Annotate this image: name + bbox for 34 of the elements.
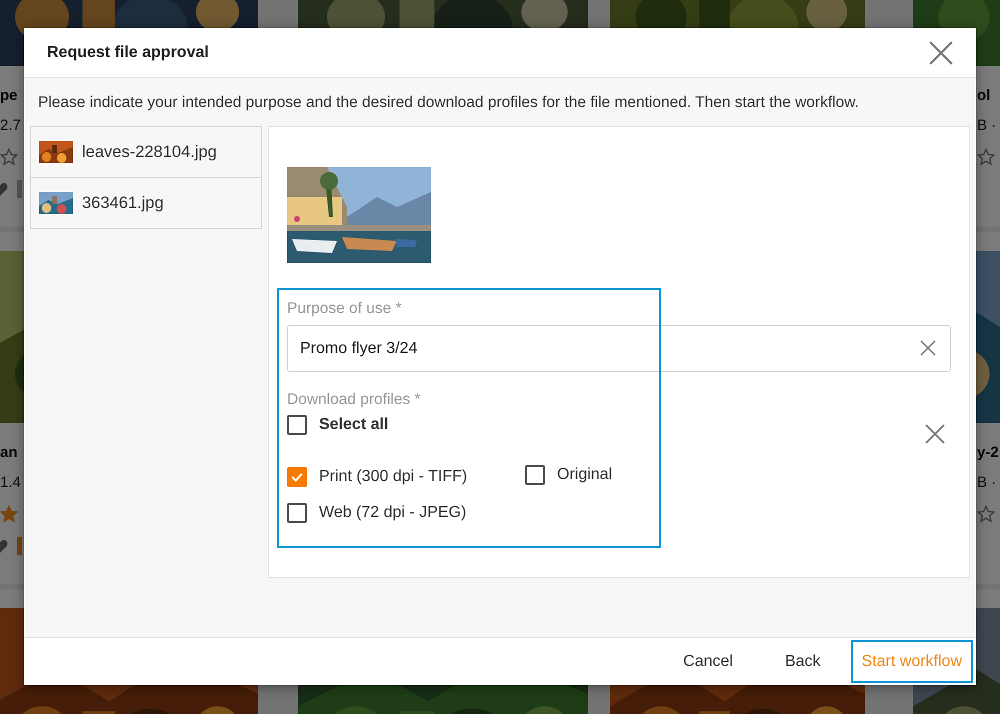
star-icon[interactable] [0,148,18,166]
dialog-title: Request file approval [47,44,209,62]
checkbox-label[interactable]: Web (72 dpi - JPEG) [319,504,466,522]
checkbox[interactable] [525,465,545,485]
checkbox[interactable] [287,503,307,523]
field-label: Download profiles * [287,390,422,410]
field-label: Purpose of use * [287,299,403,319]
dialog-button[interactable]: Back [762,640,843,683]
purpose-field[interactable]: Promo flyer 3/24 [287,325,951,372]
close-icon[interactable] [928,40,954,66]
clear-icon[interactable] [920,340,936,356]
collection-marker[interactable] [17,537,22,555]
checkbox-label[interactable]: Select all [319,416,388,434]
star-icon[interactable] [977,148,995,166]
file-item[interactable]: 363461.jpg [31,178,261,228]
file-size: B · [977,473,996,493]
card-title: ol [977,86,990,106]
checkbox[interactable] [287,415,307,435]
dialog-button[interactable]: Cancel [661,640,755,683]
star-icon[interactable] [977,505,995,523]
file-size: 2.7 [0,116,21,136]
card-title: y-2 [977,443,999,463]
checkbox-label[interactable]: Print (300 dpi - TIFF) [319,468,468,486]
file-size: 1.4 [0,473,21,493]
collection-marker[interactable] [17,180,22,198]
file-item[interactable]: leaves-228104.jpg [31,127,261,178]
card-title: an [0,443,18,463]
star-icon[interactable] [0,505,18,523]
file-size: B · [977,116,996,136]
instructions: Please indicate your intended purpose and the desired download profiles for the file mentioned. Then start the workflow. [37,93,860,113]
card-title: pe [0,86,18,106]
checkbox[interactable] [287,467,307,487]
checkbox-label[interactable]: Original [557,466,612,484]
clear-icon[interactable] [925,424,945,444]
